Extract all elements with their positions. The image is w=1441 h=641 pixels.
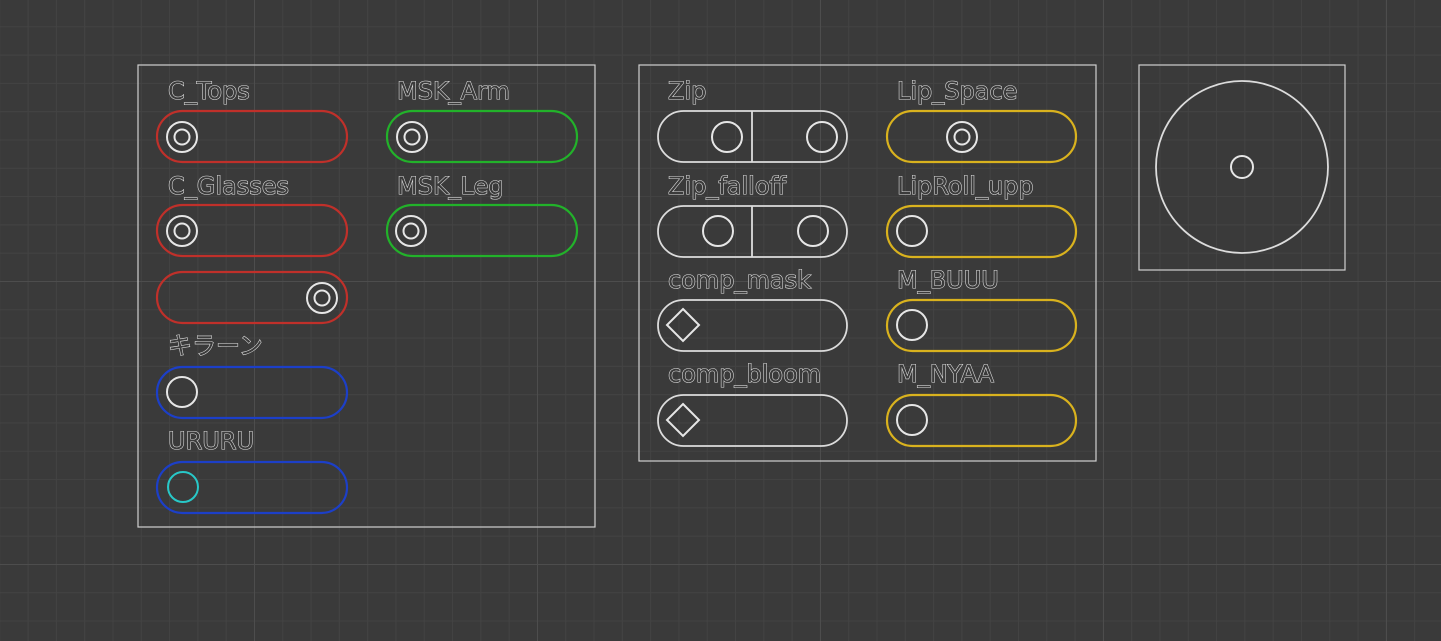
lip-space-handle-inner-icon: [953, 128, 971, 146]
msk-arm-handle[interactable]: [396, 121, 428, 153]
msk-arm-track[interactable]: [385, 109, 579, 164]
ururu-slider[interactable]: [155, 460, 349, 515]
middle-panel-frame: [638, 64, 1097, 462]
kiraan-track[interactable]: [155, 365, 349, 420]
c-glasses-secondary-handle[interactable]: [306, 282, 338, 314]
m-buuu-track[interactable]: [885, 298, 1078, 353]
c-glasses-secondary-slider[interactable]: [155, 270, 349, 325]
zip-falloff-label: Zip_falloff: [668, 172, 787, 200]
m-nyaa-label: M_NYAA: [897, 360, 995, 388]
ururu-label: URURU: [168, 427, 254, 455]
m-nyaa-slider[interactable]: [885, 393, 1078, 448]
lip-space-handle[interactable]: [946, 121, 978, 153]
comp-bloom-diamond-handle-icon[interactable]: [665, 402, 701, 438]
msk-leg-handle-inner-icon: [402, 222, 420, 240]
liproll-upp-track[interactable]: [885, 204, 1078, 259]
m-buuu-handle[interactable]: [896, 309, 928, 341]
c-tops-slider[interactable]: [155, 109, 349, 164]
c-glasses-label: C_Glasses: [168, 172, 289, 200]
c-tops-handle-inner-icon: [173, 128, 191, 146]
comp-bloom-slider[interactable]: [657, 394, 848, 447]
ururu-track[interactable]: [155, 460, 349, 515]
liproll-upp-slider[interactable]: [885, 204, 1078, 259]
zip-slider[interactable]: [657, 110, 848, 163]
comp-mask-track[interactable]: [657, 299, 848, 352]
lip-space-track[interactable]: [885, 109, 1078, 164]
c-glasses-handle-inner-icon: [173, 222, 191, 240]
c-glasses-secondary-handle-inner-icon: [313, 289, 331, 307]
lip-space-slider[interactable]: [885, 109, 1078, 164]
kiraan-slider[interactable]: [155, 365, 349, 420]
comp-bloom-label: comp_bloom: [668, 360, 821, 388]
c-tops-handle[interactable]: [166, 121, 198, 153]
zip-falloff-left-handle[interactable]: [702, 215, 734, 247]
rig-controller-canvas: C_Tops MSK_Arm C_Glasses MSK_Leg キラーン UR…: [137, 64, 1346, 528]
comp-mask-label: comp_mask: [668, 266, 811, 294]
kiraan-label: キラーン: [168, 332, 263, 360]
joystick-boundary-circle: [1155, 80, 1329, 254]
kiraan-handle[interactable]: [166, 376, 198, 408]
left-panel-frame: [137, 64, 596, 528]
m-nyaa-handle[interactable]: [896, 404, 928, 436]
c-tops-label: C_Tops: [168, 77, 250, 105]
joystick-handle[interactable]: [1230, 155, 1254, 179]
c-glasses-secondary-track[interactable]: [155, 270, 349, 325]
c-tops-track[interactable]: [155, 109, 349, 164]
zip-label: Zip: [668, 77, 706, 105]
c-glasses-handle[interactable]: [166, 215, 198, 247]
comp-mask-slider[interactable]: [657, 299, 848, 352]
msk-arm-slider[interactable]: [385, 109, 579, 164]
c-glasses-track[interactable]: [155, 203, 349, 258]
zip-falloff-slider[interactable]: [657, 205, 848, 258]
msk-leg-slider[interactable]: [385, 203, 579, 258]
zip-falloff-right-handle[interactable]: [797, 215, 829, 247]
liproll-upp-handle[interactable]: [896, 215, 928, 247]
lip-space-label: Lip_Space: [897, 77, 1017, 105]
msk-arm-handle-inner-icon: [403, 128, 421, 146]
msk-leg-handle[interactable]: [395, 215, 427, 247]
msk-leg-track[interactable]: [385, 203, 579, 258]
comp-bloom-track[interactable]: [657, 394, 848, 447]
m-buuu-label: M_BUUU: [897, 266, 999, 294]
zip-right-handle[interactable]: [806, 121, 838, 153]
right-panel-frame: [1138, 64, 1346, 271]
liproll-upp-label: LipRoll_upp: [897, 172, 1034, 200]
ururu-handle[interactable]: [167, 471, 199, 503]
c-glasses-slider[interactable]: [155, 203, 349, 258]
m-nyaa-track[interactable]: [885, 393, 1078, 448]
msk-arm-label: MSK_Arm: [397, 77, 510, 105]
comp-mask-diamond-handle-icon[interactable]: [665, 307, 701, 343]
zip-left-handle[interactable]: [711, 121, 743, 153]
m-buuu-slider[interactable]: [885, 298, 1078, 353]
msk-leg-label: MSK_Leg: [397, 172, 504, 200]
